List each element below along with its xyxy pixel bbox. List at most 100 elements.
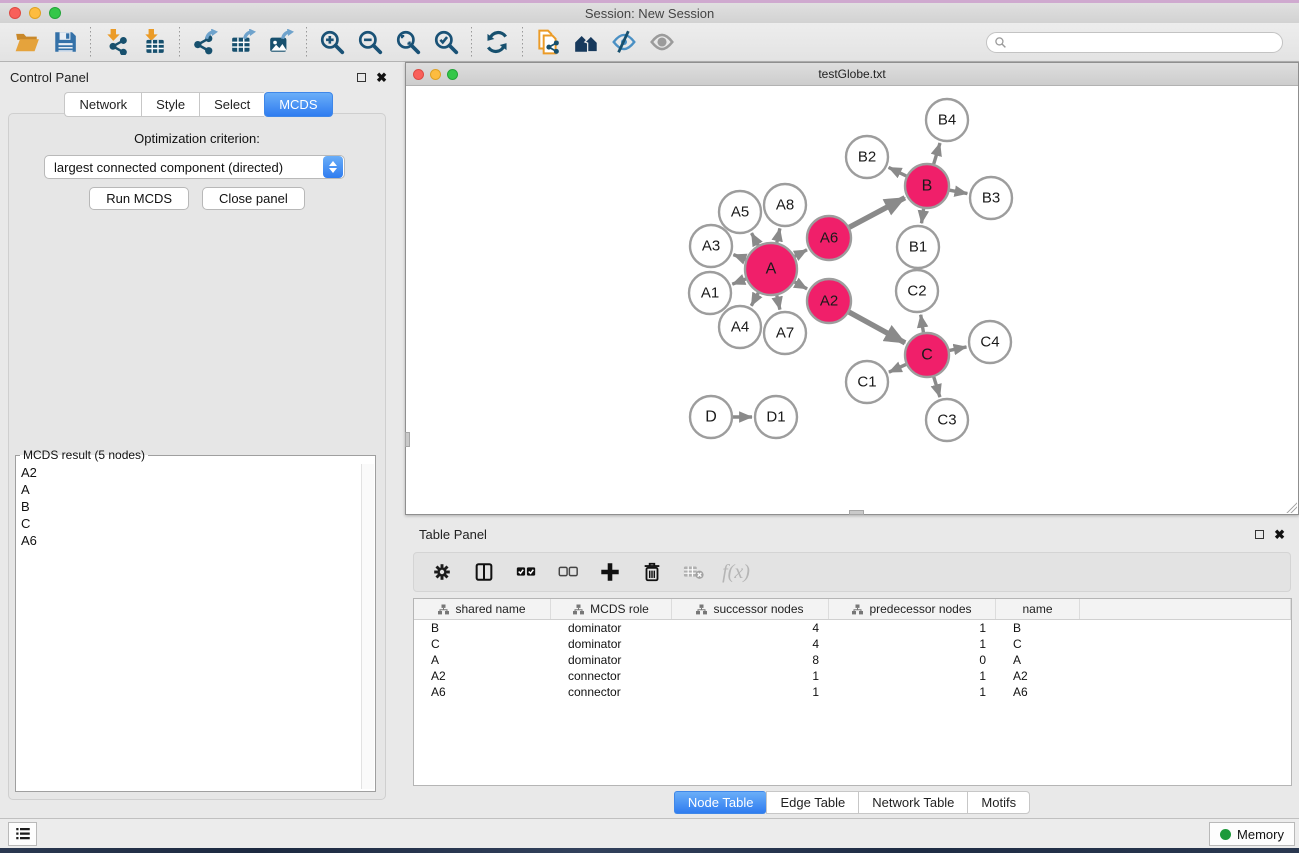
table-row[interactable]: Adominator80A	[414, 652, 1291, 668]
delete-table-button[interactable]	[680, 558, 708, 586]
home-view-button[interactable]	[567, 26, 605, 58]
tab-style[interactable]: Style	[141, 92, 199, 117]
memory-button[interactable]: Memory	[1209, 822, 1295, 846]
graph-node-C1[interactable]: C1	[846, 361, 888, 403]
graph-node-A7[interactable]: A7	[764, 312, 806, 354]
column-header-predecessor-nodes[interactable]: predecessor nodes	[829, 599, 996, 619]
graph-edge-A-A7[interactable]	[777, 295, 780, 309]
close-panel-icon[interactable]: ✖	[376, 71, 387, 84]
float-table-panel-icon[interactable]	[1255, 530, 1264, 539]
search-box[interactable]	[986, 32, 1283, 53]
result-list-item[interactable]: B	[17, 498, 360, 515]
delete-column-button[interactable]	[638, 558, 666, 586]
result-list-item[interactable]: A	[17, 481, 360, 498]
graph-edge-A-A2[interactable]	[795, 282, 808, 289]
graph-edge-A-A4[interactable]	[751, 293, 758, 306]
select-all-columns-button[interactable]	[512, 558, 540, 586]
splitter-handle-bottom[interactable]	[849, 510, 864, 515]
graph-node-C[interactable]: C	[905, 333, 949, 377]
graph-edge-C-C2[interactable]	[921, 315, 924, 333]
graph-node-A2[interactable]: A2	[807, 279, 851, 323]
graph-edge-C-C1[interactable]	[889, 364, 906, 372]
graph-node-B3[interactable]: B3	[970, 177, 1012, 219]
tab-network[interactable]: Network	[64, 92, 141, 117]
export-network-button[interactable]	[186, 26, 224, 58]
import-network-button[interactable]	[97, 26, 135, 58]
splitter-handle-left[interactable]	[405, 432, 410, 447]
graph-node-B2[interactable]: B2	[846, 136, 888, 178]
graph-node-B1[interactable]: B1	[897, 226, 939, 268]
graph-node-C2[interactable]: C2	[896, 270, 938, 312]
graph-node-A5[interactable]: A5	[719, 191, 761, 233]
graph-edge-B-B1[interactable]	[922, 209, 924, 224]
graph-node-A[interactable]: A	[745, 243, 797, 295]
tab-node-table[interactable]: Node Table	[674, 791, 767, 814]
search-input[interactable]	[1007, 35, 1282, 49]
graph-edge-A-A3[interactable]	[733, 255, 745, 260]
tab-mcds[interactable]: MCDS	[264, 92, 332, 117]
open-session-button[interactable]	[8, 26, 46, 58]
zoom-fit-button[interactable]	[389, 26, 427, 58]
result-list-item[interactable]: A2	[17, 464, 360, 481]
column-header-empty[interactable]	[1080, 599, 1291, 619]
tab-edge-table[interactable]: Edge Table	[766, 791, 858, 814]
optimization-criterion-select[interactable]: largest connected component (directed)	[44, 155, 345, 179]
run-mcds-button[interactable]: Run MCDS	[89, 187, 189, 210]
graph-edge-A-A1[interactable]	[732, 279, 746, 284]
show-columns-button[interactable]	[470, 558, 498, 586]
table-row[interactable]: A6connector11A6	[414, 684, 1291, 700]
column-header-MCDS-role[interactable]: MCDS role	[551, 599, 672, 619]
network-canvas[interactable]: AA1A2A3A4A5A6A7A8BB1B2B3B4CC1C2C3C4DD1	[406, 86, 1298, 514]
table-row[interactable]: Bdominator41B	[414, 620, 1291, 636]
network-window-titlebar[interactable]: testGlobe.txt	[406, 63, 1298, 86]
result-scrollbar[interactable]	[361, 464, 374, 789]
graph-node-A4[interactable]: A4	[719, 306, 761, 348]
zoom-out-button[interactable]	[351, 26, 389, 58]
export-table-button[interactable]	[224, 26, 262, 58]
clone-network-button[interactable]	[529, 26, 567, 58]
graph-edge-B-B2[interactable]	[889, 167, 907, 176]
show-panels-list-button[interactable]	[8, 822, 37, 846]
graph-edge-A-A6[interactable]	[795, 250, 807, 256]
hide-graphics-details-button[interactable]	[605, 26, 643, 58]
graph-edge-C-C4[interactable]	[950, 347, 967, 351]
graph-edge-C-C3[interactable]	[934, 377, 940, 397]
graph-edge-A-A8[interactable]	[777, 228, 780, 242]
refresh-layout-button[interactable]	[478, 26, 516, 58]
graph-node-A3[interactable]: A3	[690, 225, 732, 267]
graph-node-C3[interactable]: C3	[926, 399, 968, 441]
tab-motifs[interactable]: Motifs	[967, 791, 1030, 814]
deselect-all-columns-button[interactable]	[554, 558, 582, 586]
graph-node-A1[interactable]: A1	[689, 272, 731, 314]
window-resize-grip[interactable]	[1284, 500, 1297, 513]
graph-node-B4[interactable]: B4	[926, 99, 968, 141]
graph-edge-A6-B[interactable]	[849, 198, 905, 228]
table-row[interactable]: Cdominator41C	[414, 636, 1291, 652]
table-settings-gear-button[interactable]	[428, 558, 456, 586]
graph-node-A8[interactable]: A8	[764, 184, 806, 226]
graph-edge-A-A5[interactable]	[752, 233, 759, 245]
float-panel-icon[interactable]	[357, 73, 366, 82]
save-session-button[interactable]	[46, 26, 84, 58]
import-table-button[interactable]	[135, 26, 173, 58]
close-table-panel-icon[interactable]: ✖	[1274, 528, 1285, 541]
close-panel-button[interactable]: Close panel	[202, 187, 305, 210]
tab-network-table[interactable]: Network Table	[858, 791, 967, 814]
graph-edge-B-B3[interactable]	[950, 190, 968, 193]
add-column-button[interactable]	[596, 558, 624, 586]
apply-function-button[interactable]: f(x)	[722, 558, 750, 586]
graph-edge-B-B4[interactable]	[934, 143, 940, 164]
column-header-name[interactable]: name	[996, 599, 1080, 619]
graph-node-D[interactable]: D	[690, 396, 732, 438]
graph-edge-A2-C[interactable]	[849, 312, 905, 343]
birdseye-view-button[interactable]	[643, 26, 681, 58]
export-image-button[interactable]	[262, 26, 300, 58]
result-list-item[interactable]: C	[17, 515, 360, 532]
column-header-shared-name[interactable]: shared name	[414, 599, 551, 619]
tab-select[interactable]: Select	[199, 92, 264, 117]
graph-node-A6[interactable]: A6	[807, 216, 851, 260]
graph-node-D1[interactable]: D1	[755, 396, 797, 438]
zoom-in-button[interactable]	[313, 26, 351, 58]
table-row[interactable]: A2connector11A2	[414, 668, 1291, 684]
column-header-successor-nodes[interactable]: successor nodes	[672, 599, 829, 619]
